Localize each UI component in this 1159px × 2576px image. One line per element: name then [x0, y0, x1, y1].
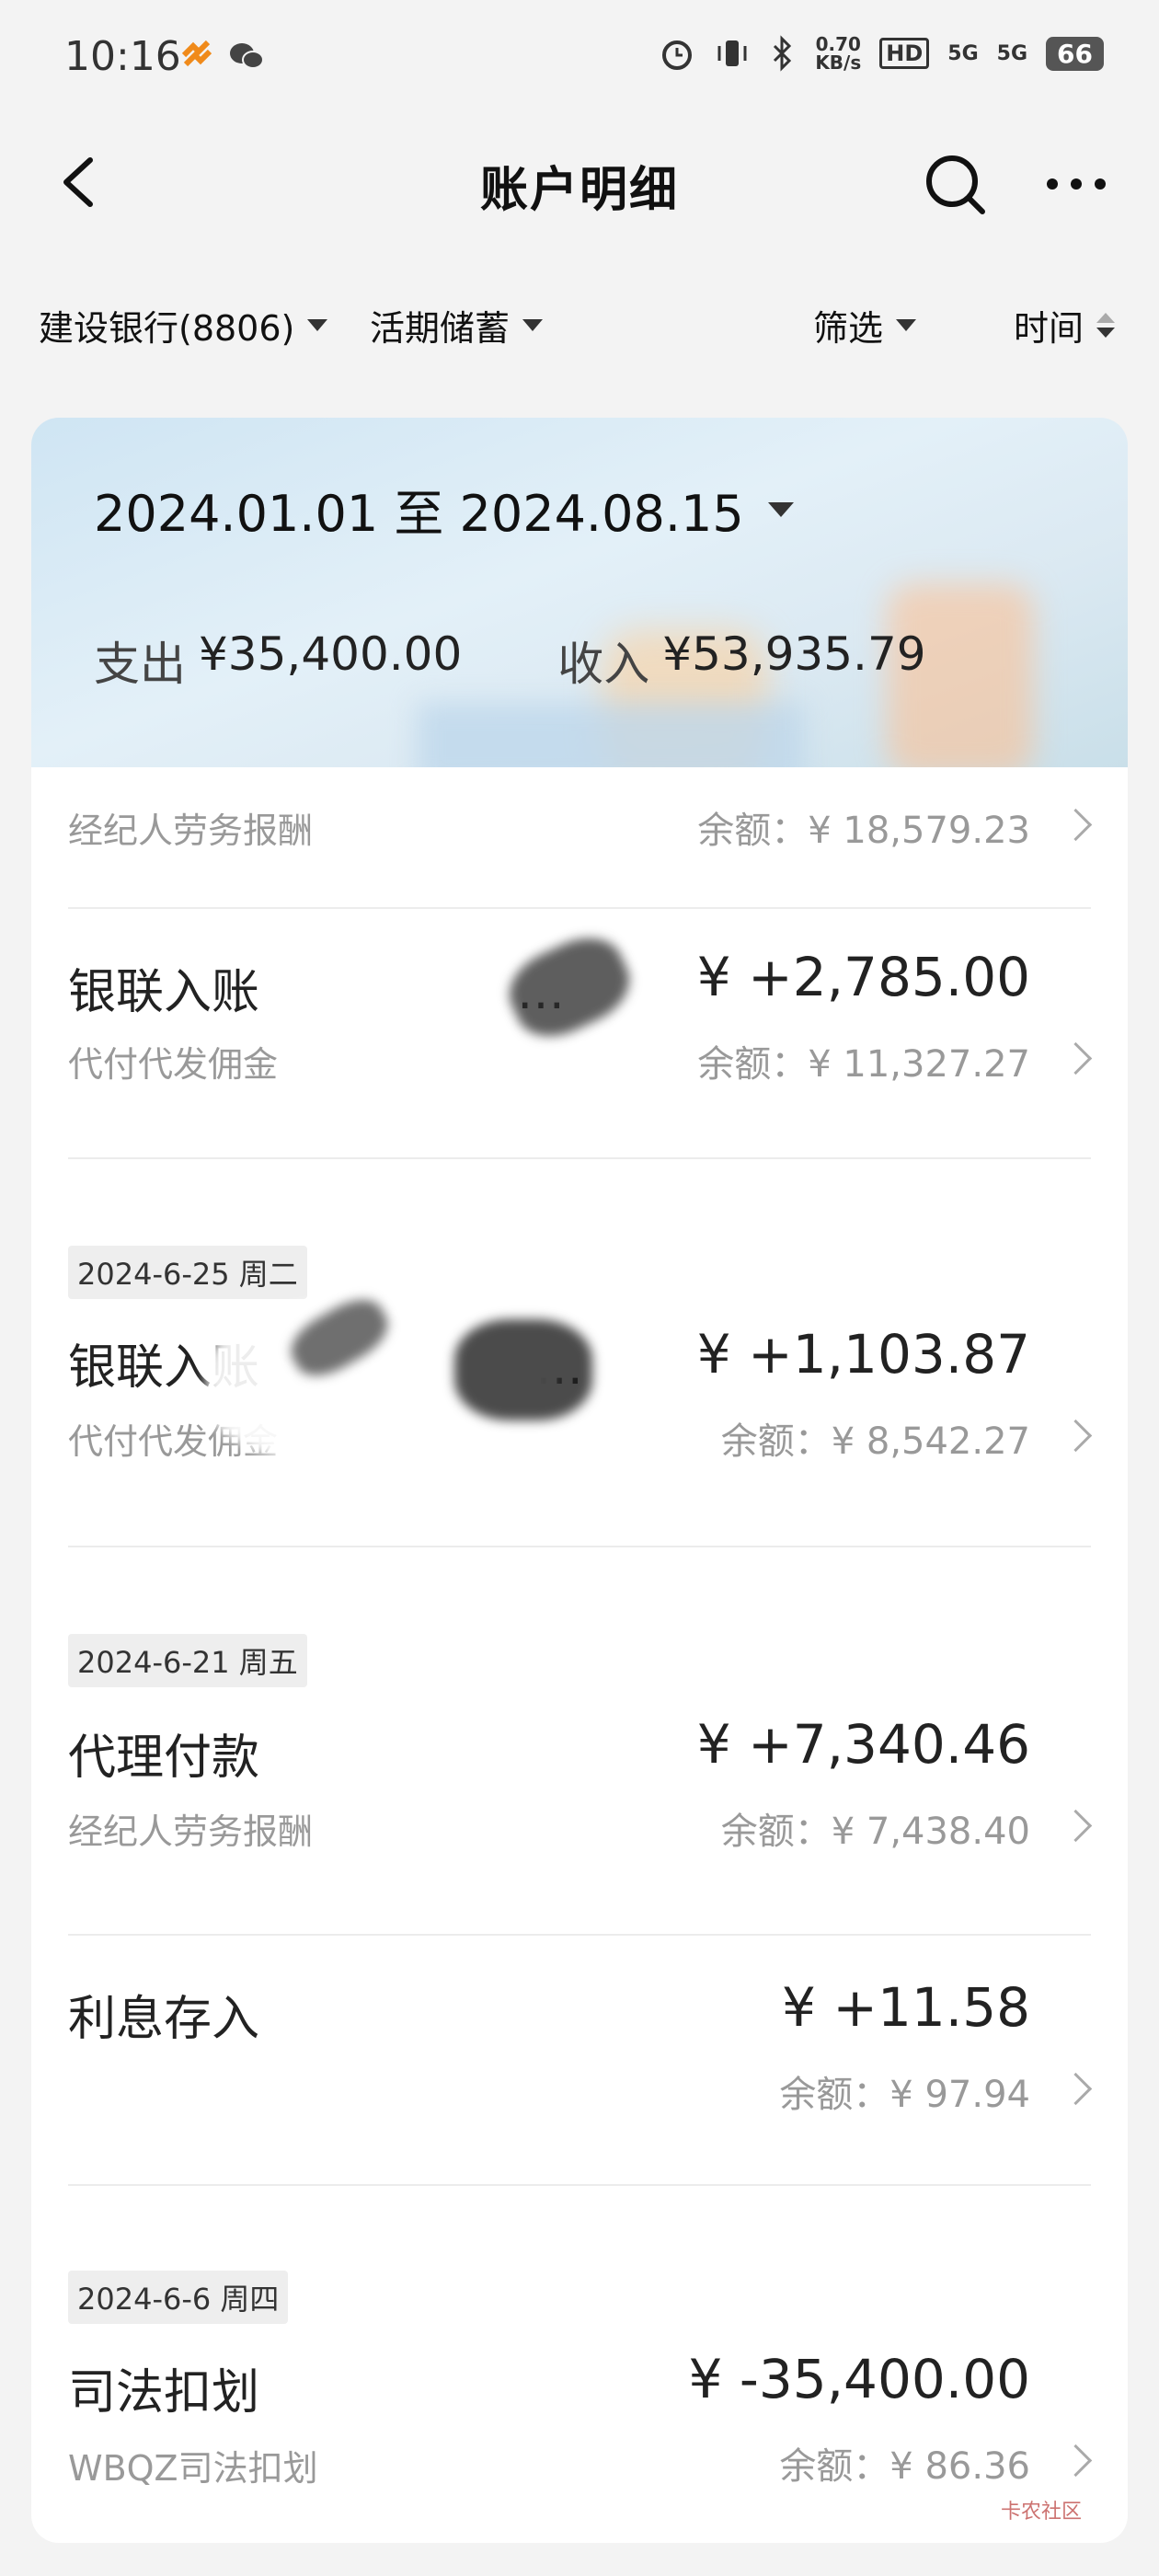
transaction-row[interactable]: 经纪人劳务报酬 余额：¥ 18,579.23: [68, 767, 1093, 905]
divider: [68, 2184, 1091, 2186]
chevron-down-icon: [307, 319, 328, 331]
transaction-row[interactable]: 代理付款 经纪人劳务报酬 ¥ +7,340.46 余额：¥ 7,438.40: [68, 1671, 1093, 1933]
divider: [68, 1546, 1091, 1547]
expense-value: ¥35,400.00: [199, 627, 463, 681]
bluetooth-icon: [774, 35, 792, 72]
chevron-right-icon: [1059, 1041, 1093, 1075]
chevron-right-icon: [1059, 2444, 1093, 2478]
date-range-selector[interactable]: 2024.01.01 至 2024.08.15: [94, 473, 794, 546]
sort-label: 时间: [1014, 308, 1084, 349]
transaction-amount: ¥ +1,103.87: [696, 1323, 1030, 1386]
expense-label: 支出: [94, 638, 186, 691]
transaction-title: 代理付款: [68, 1731, 260, 1786]
chevron-right-icon: [1059, 1809, 1093, 1843]
transaction-row[interactable]: 银联入账… 代付代发佣金 ¥ +2,785.00 余额：¥ 11,327.27: [68, 909, 1093, 1157]
transaction-amount: ¥ +7,340.46: [696, 1713, 1030, 1776]
notification-icons: [180, 40, 265, 72]
sort-time-button[interactable]: 时间: [1014, 300, 1116, 351]
date-range-label: 2024.01.01 至 2024.08.15: [94, 485, 744, 543]
transaction-balance: 余额：¥ 11,327.27: [697, 1043, 1030, 1086]
summary-banner: 2024.01.01 至 2024.08.15 支出 ¥35,400.00 收入…: [31, 418, 1128, 767]
alarm-icon: [662, 40, 693, 70]
redaction-smudge: [454, 1319, 592, 1420]
status-time: 10:16: [64, 33, 181, 80]
income-label: 收入: [557, 638, 650, 691]
totals: 支出 ¥35,400.00 收入 ¥53,935.79: [94, 627, 926, 694]
transaction-subtitle: 经纪人劳务报酬: [68, 811, 314, 851]
signal-5g-1: 5G: [947, 41, 979, 65]
transaction-title: 司法扣划: [68, 2365, 260, 2421]
transaction-row[interactable]: 利息存入 ¥ +11.58 余额：¥ 97.94: [68, 1936, 1093, 2184]
system-indicators: 0.70 KB/s HD 5G 5G 66: [659, 35, 1104, 72]
transaction-balance: 余额：¥ 97.94: [779, 2074, 1030, 2116]
sort-icon: [1096, 313, 1116, 338]
filter-dropdown[interactable]: 筛选: [813, 300, 917, 351]
bank-account-dropdown[interactable]: 建设银行(8806): [39, 300, 328, 351]
transaction-title-text: 银联入账: [68, 965, 260, 1020]
transaction-subtitle: WBQZ司法扣划: [68, 2448, 318, 2489]
income-value: ¥53,935.79: [662, 627, 926, 681]
transaction-list: 经纪人劳务报酬 余额：¥ 18,579.23 银联入账… 代付代发佣金 ¥ +2…: [31, 767, 1128, 2543]
status-bar: 10:16 0.70 KB/s HD 5G 5G 66: [0, 0, 1159, 120]
app-notification-icon: [181, 40, 212, 67]
hd-icon: HD: [879, 38, 930, 69]
signal-5g-2: 5G: [996, 41, 1028, 65]
transaction-title: 利息存入: [68, 1992, 260, 2047]
bank-account-label: 建设银行(8806): [39, 308, 295, 349]
chevron-right-icon: [1059, 1419, 1093, 1453]
wechat-icon: [230, 43, 264, 69]
network-speed: 0.70 KB/s: [815, 35, 861, 72]
redaction-smudge: [270, 918, 510, 1075]
battery-icon: 66: [1046, 36, 1104, 71]
divider: [68, 1157, 1091, 1159]
transaction-subtitle: 代付代发佣金: [68, 1044, 279, 1085]
redaction-smudge: [498, 924, 641, 1051]
filter-bar: 建设银行(8806) 活期储蓄 筛选 时间: [0, 293, 1159, 357]
more-icon[interactable]: [1043, 156, 1109, 212]
watermark-logo: 卡农社区: [1001, 2501, 1083, 2524]
chevron-down-icon: [522, 319, 544, 331]
search-icon[interactable]: [922, 151, 988, 217]
transaction-amount: ¥ +2,785.00: [696, 946, 1030, 1008]
vibrate-icon: [717, 40, 747, 66]
chevron-right-icon: [1059, 2072, 1093, 2106]
transaction-amount: ¥ +11.58: [782, 1976, 1030, 2039]
transaction-row[interactable]: 银联入账… 代付代发佣金 ¥ +1,103.87 余额：¥ 8,542.27: [68, 1282, 1093, 1545]
transaction-balance: 余额：¥ 8,542.27: [720, 1420, 1030, 1463]
chevron-right-icon: [1059, 808, 1093, 842]
transaction-balance: 余额：¥ 7,438.40: [720, 1811, 1030, 1853]
transaction-row[interactable]: 司法扣划 WBQZ司法扣划 ¥ -35,400.00 余额：¥ 86.36: [68, 2307, 1093, 2537]
header: 账户明细: [0, 129, 1159, 239]
net-speed-value: 0.70: [815, 33, 861, 55]
transaction-amount: ¥ -35,400.00: [688, 2348, 1030, 2410]
transaction-balance: 余额：¥ 18,579.23: [697, 810, 1030, 852]
account-type-label: 活期储蓄: [370, 308, 511, 349]
chevron-down-icon: [767, 501, 794, 517]
transaction-balance: 余额：¥ 86.36: [779, 2445, 1030, 2488]
chevron-down-icon: [896, 319, 917, 331]
transaction-subtitle: 经纪人劳务报酬: [68, 1811, 314, 1852]
net-speed-unit: KB/s: [815, 52, 862, 74]
filter-label: 筛选: [813, 308, 884, 349]
account-type-dropdown[interactable]: 活期储蓄: [370, 300, 544, 351]
